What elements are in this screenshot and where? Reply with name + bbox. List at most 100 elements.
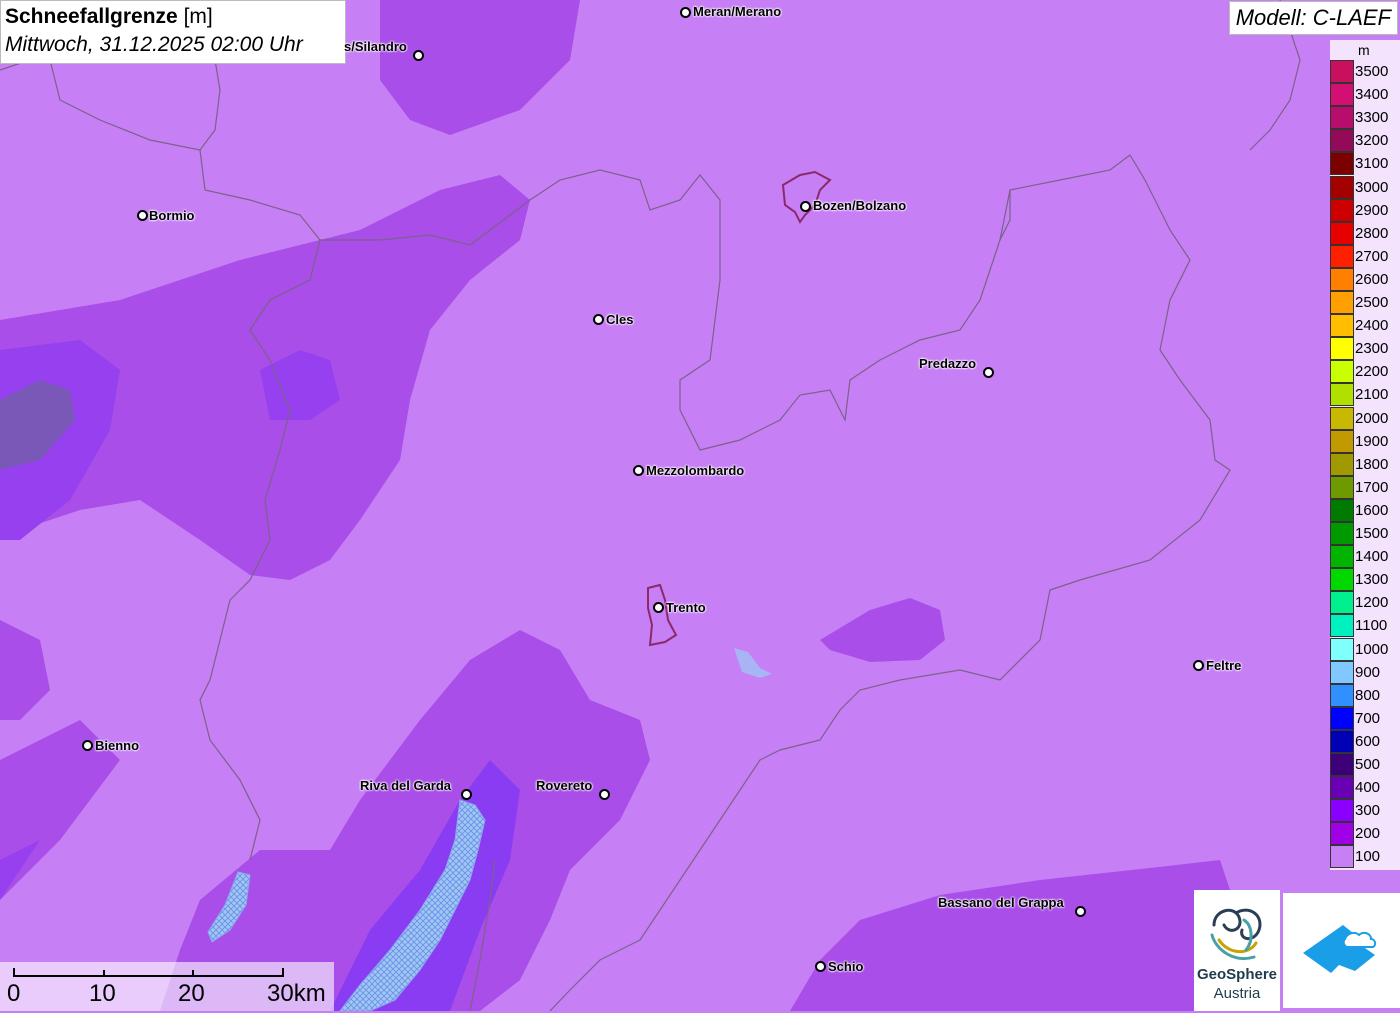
legend-label-2500: 2500 — [1355, 294, 1389, 311]
legend-swatch-2100 — [1330, 383, 1354, 407]
city-label: Bormio — [149, 208, 195, 223]
legend-swatch-3000 — [1330, 175, 1354, 199]
geosphere-logo[interactable]: GeoSphere Austria — [1194, 890, 1280, 1011]
legend-label-2900: 2900 — [1355, 201, 1389, 219]
legend-label-200: 200 — [1355, 825, 1381, 843]
legend-label-800: 800 — [1355, 686, 1381, 704]
legend-swatch-1800 — [1330, 452, 1354, 476]
legend-label-2700: 2700 — [1355, 247, 1389, 265]
legend-swatch-1500 — [1330, 522, 1354, 545]
legend-label-900: 900 — [1355, 663, 1381, 681]
city-label: Cles — [606, 312, 634, 327]
legend-swatch-2800 — [1330, 221, 1354, 245]
city-marker-icon — [1075, 906, 1086, 917]
legend-label-100: 100 — [1355, 848, 1381, 866]
legend-swatch-3500 — [1330, 60, 1354, 83]
legend-swatch-1900 — [1330, 429, 1354, 453]
legend-label-1700: 1700 — [1355, 478, 1389, 496]
legend-label-300: 300 — [1355, 802, 1381, 820]
city-label: Rovereto — [536, 778, 593, 793]
legend-swatch-1100 — [1330, 614, 1354, 638]
legend-label-2800: 2800 — [1355, 224, 1389, 242]
parameter-unit: [m] — [183, 5, 213, 28]
legend-label-3200: 3200 — [1355, 132, 1389, 150]
legend-swatch-600 — [1330, 729, 1354, 753]
city-label: Schio — [828, 959, 864, 974]
city-label: Bassano del Grappa — [938, 895, 1064, 910]
legend-label-1200: 1200 — [1355, 594, 1389, 612]
city-marker-icon — [653, 602, 664, 613]
legend-label-3000: 3000 — [1355, 178, 1389, 196]
cloud-arrow-icon — [1303, 925, 1377, 973]
city-marker-icon — [82, 740, 93, 751]
scale-label-30km: 30km — [267, 980, 326, 1007]
scale-bar: 0 10 20 30km — [0, 962, 334, 1011]
legend-swatch-3300 — [1330, 106, 1354, 130]
legend-swatch-1700 — [1330, 475, 1354, 499]
city-label: Meran/Merano — [693, 4, 782, 19]
legend-label-2200: 2200 — [1355, 363, 1389, 381]
legend-swatch-2900 — [1330, 198, 1354, 222]
app-logo[interactable] — [1283, 893, 1400, 1008]
legend-swatch-1000 — [1330, 637, 1354, 661]
geosphere-name: GeoSphere — [1196, 966, 1278, 983]
map-title: Schneefallgrenze [m] — [5, 3, 341, 31]
legend-swatch-700 — [1330, 706, 1354, 730]
legend-swatch-3100 — [1330, 152, 1354, 176]
city-marker-icon — [800, 201, 811, 212]
legend-label-2300: 2300 — [1355, 340, 1389, 358]
legend-swatch-3400 — [1330, 83, 1354, 107]
city-marker-icon — [593, 314, 604, 325]
legend-swatch-1600 — [1330, 498, 1354, 522]
legend-label-1000: 1000 — [1355, 640, 1389, 658]
city-marker-icon — [461, 789, 472, 800]
legend-label-3500: 3500 — [1355, 63, 1389, 80]
legend-swatch-900 — [1330, 660, 1354, 684]
city-marker-icon — [137, 210, 148, 221]
city-label: Predazzo — [919, 356, 977, 371]
legend-label-1600: 1600 — [1355, 501, 1389, 519]
legend-label-3300: 3300 — [1355, 109, 1389, 127]
legend-swatch-400 — [1330, 776, 1354, 800]
city-label: Riva del Garda — [360, 778, 452, 793]
scale-label-10: 10 — [89, 980, 116, 1007]
city-marker-icon — [413, 50, 424, 61]
city-marker-icon — [599, 789, 610, 800]
snowline-map[interactable] — [0, 0, 1400, 1011]
city-label: Trento — [666, 600, 706, 615]
city-marker-icon — [1193, 660, 1204, 671]
legend-unit: m — [1358, 42, 1370, 58]
legend-label-400: 400 — [1355, 779, 1381, 797]
map-title-box: Schneefallgrenze [m] Mittwoch, 31.12.202… — [0, 0, 346, 64]
city-marker-icon — [680, 7, 691, 18]
city-marker-icon — [983, 367, 994, 378]
legend-label-2400: 2400 — [1355, 317, 1389, 335]
legend-swatch-2000 — [1330, 406, 1354, 430]
legend-label-2600: 2600 — [1355, 270, 1389, 288]
legend-swatch-2500 — [1330, 291, 1354, 314]
legend-label-1100: 1100 — [1355, 617, 1388, 635]
legend-label-600: 600 — [1355, 732, 1381, 750]
legend-label-500: 500 — [1355, 756, 1381, 773]
legend-swatch-300 — [1330, 799, 1354, 823]
forecast-datetime: Mittwoch, 31.12.2025 02:00 Uhr — [5, 33, 303, 56]
legend-swatch-1200 — [1330, 591, 1354, 615]
scale-label-0: 0 — [7, 980, 21, 1007]
legend-label-3100: 3100 — [1355, 155, 1389, 173]
legend-label-1300: 1300 — [1355, 571, 1389, 589]
city-marker-icon — [815, 961, 826, 972]
legend-swatch-500 — [1330, 753, 1354, 776]
model-label: Modell: C-LAEF — [1228, 1, 1398, 35]
legend-label-1500: 1500 — [1355, 525, 1389, 542]
legend-swatch-2600 — [1330, 267, 1354, 291]
legend-swatch-2400 — [1330, 314, 1354, 338]
legend-label-1400: 1400 — [1355, 548, 1389, 566]
color-legend: m 3500 3400 3300 3200 3100 3000 2900 2800 2700 26… — [1330, 40, 1400, 870]
city-label: s/Silandro — [344, 39, 407, 54]
legend-label-1800: 1800 — [1355, 455, 1389, 473]
city-marker-icon — [633, 465, 644, 476]
legend-swatch-3200 — [1330, 129, 1354, 153]
legend-label-2100: 2100 — [1355, 386, 1389, 404]
legend-swatch-100 — [1330, 845, 1354, 869]
legend-swatch-1300 — [1330, 568, 1354, 592]
